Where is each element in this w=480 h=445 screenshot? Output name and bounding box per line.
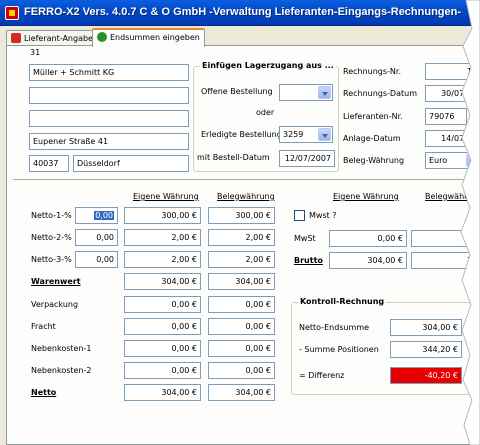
application-window: FERRO-X2 Vers. 4.0.7 C & O GmbH -Verwalt… — [0, 0, 480, 445]
torn-edge — [460, 0, 480, 445]
